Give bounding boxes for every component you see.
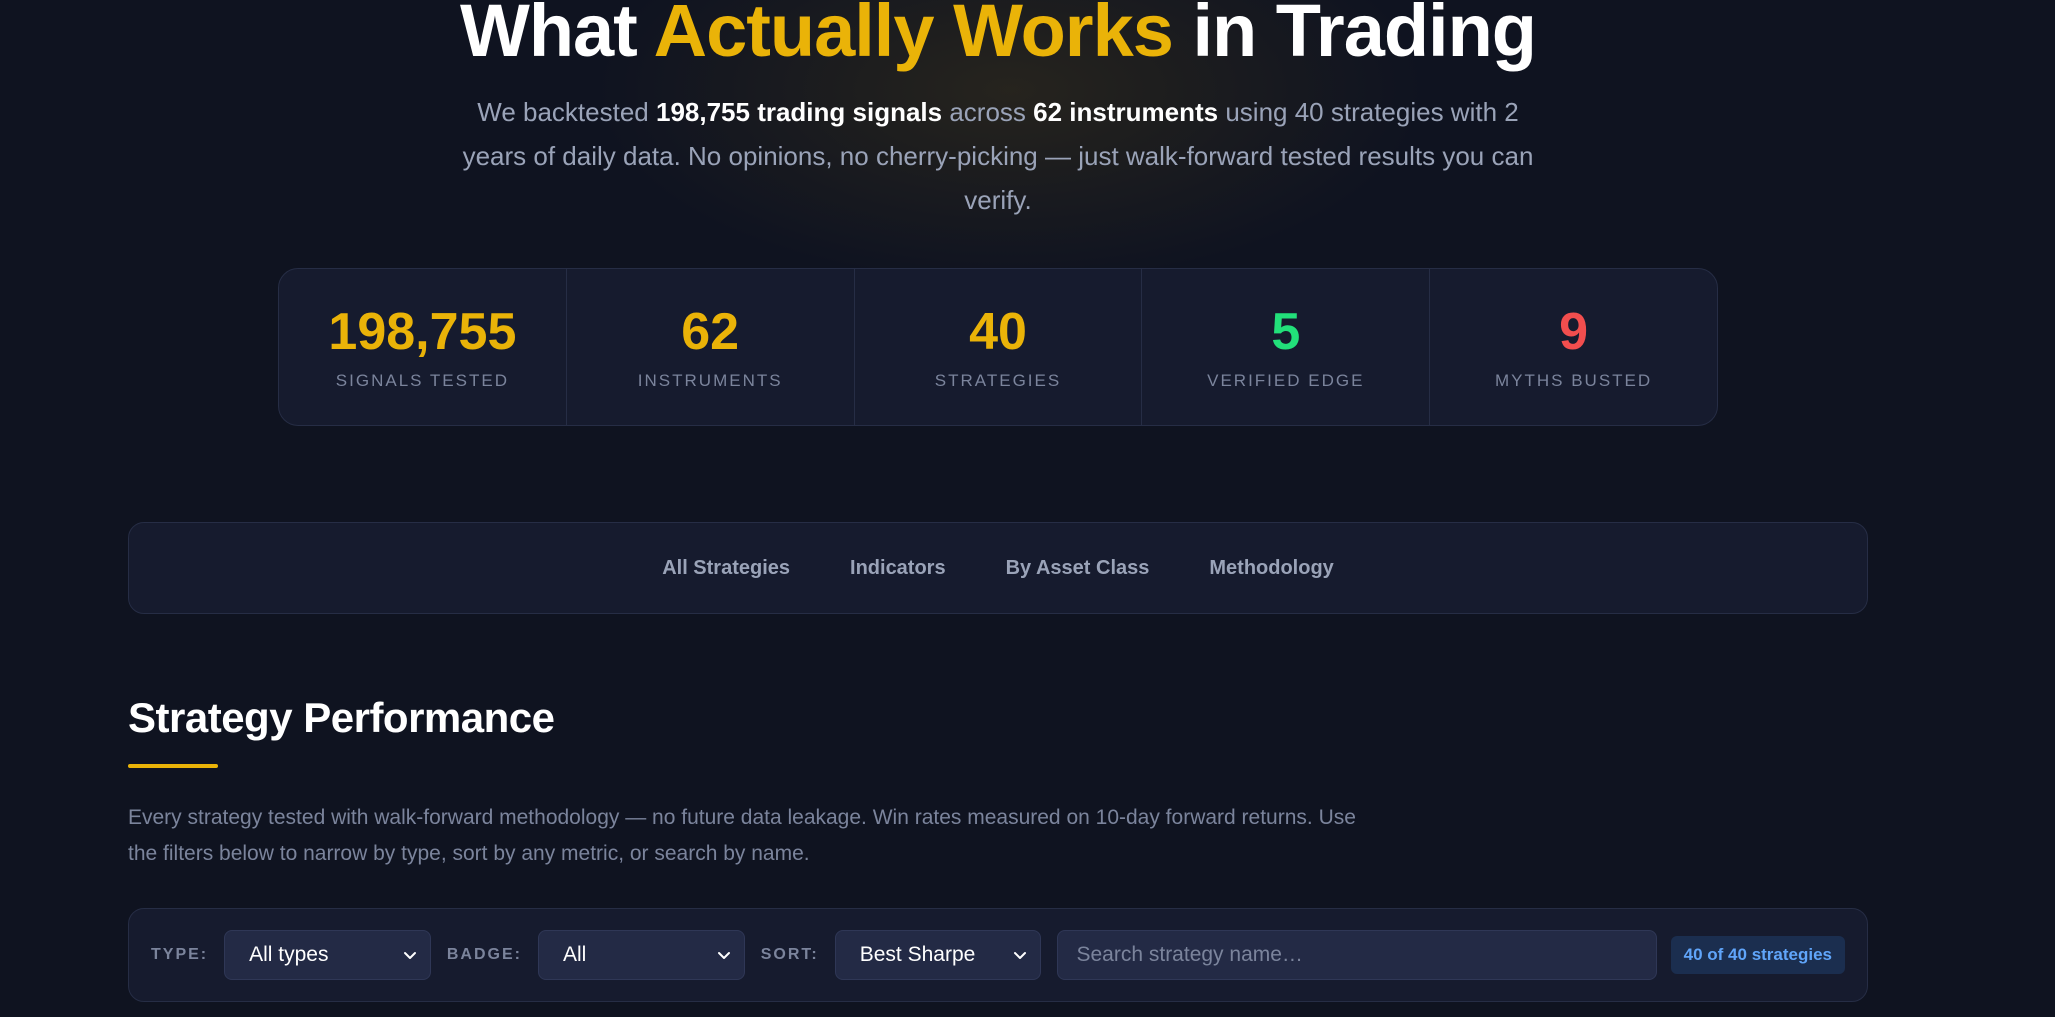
strategy-count-badge: 40 of 40 strategies bbox=[1670, 936, 1846, 974]
stat-value: 198,755 bbox=[328, 303, 517, 361]
chevron-down-icon bbox=[1014, 952, 1027, 959]
stat-value: 62 bbox=[681, 303, 740, 361]
stat-verified-edge: 5 VERIFIED EDGE bbox=[1142, 269, 1431, 425]
chevron-down-icon bbox=[717, 952, 730, 959]
filter-bar: TYPE: All types BADGE: All SORT: Best Sh… bbox=[128, 908, 1868, 1002]
section-title: Strategy Performance bbox=[128, 694, 555, 741]
section-tabs: All Strategies Indicators By Asset Class… bbox=[128, 522, 1868, 614]
section-description: Every strategy tested with walk-forward … bbox=[128, 806, 1356, 865]
stats-panel: 198,755 SIGNALS TESTED 62 INSTRUMENTS 40… bbox=[278, 268, 1718, 426]
hero-sub-instruments: 62 instruments bbox=[1033, 97, 1219, 127]
tab-indicators[interactable]: Indicators bbox=[850, 557, 946, 580]
stat-value: 40 bbox=[969, 303, 1027, 361]
stat-instruments: 62 INSTRUMENTS bbox=[567, 269, 855, 425]
stat-label: SIGNALS TESTED bbox=[335, 371, 509, 390]
hero-sub-signals: 198,755 trading signals bbox=[655, 97, 943, 127]
stat-myths-busted: 9 MYTHS BUSTED bbox=[1430, 269, 1717, 425]
hero-subtitle: We backtested 198,755 trading signals ac… bbox=[450, 90, 1546, 222]
stat-label: MYTHS BUSTED bbox=[1494, 371, 1653, 390]
hero-sub-text: We backtested bbox=[477, 97, 656, 127]
stat-signals-tested: 198,755 SIGNALS TESTED bbox=[279, 269, 567, 425]
hero-title-post: in Trading bbox=[1172, 0, 1537, 72]
tab-by-asset-class[interactable]: By Asset Class bbox=[1006, 557, 1150, 580]
badge-select-value: All bbox=[562, 943, 587, 966]
type-select[interactable]: All types bbox=[224, 930, 431, 980]
type-select-value: All types bbox=[249, 943, 329, 966]
hero-title: What Actually Works in Trading bbox=[0, 0, 1996, 76]
strategy-search-input[interactable] bbox=[1057, 930, 1657, 980]
stat-value: 9 bbox=[1559, 303, 1589, 361]
chevron-down-icon bbox=[403, 952, 416, 959]
stat-value: 5 bbox=[1271, 303, 1301, 361]
badge-select[interactable]: All bbox=[537, 930, 745, 980]
badge-filter-label: BADGE: bbox=[446, 946, 522, 963]
sort-filter-label: SORT: bbox=[760, 946, 819, 963]
type-filter-label: TYPE: bbox=[151, 946, 209, 963]
stat-label: STRATEGIES bbox=[934, 371, 1062, 390]
tab-all-strategies[interactable]: All Strategies bbox=[662, 557, 790, 580]
sort-select-value: Best Sharpe bbox=[859, 943, 976, 966]
tab-methodology[interactable]: Methodology bbox=[1209, 557, 1333, 580]
section-underline bbox=[128, 764, 218, 768]
hero-sub-text: across bbox=[942, 97, 1034, 127]
stat-strategies: 40 STRATEGIES bbox=[855, 269, 1143, 425]
hero-title-accent: Actually Works bbox=[653, 0, 1174, 72]
sort-select[interactable]: Best Sharpe bbox=[834, 930, 1042, 980]
stat-label: INSTRUMENTS bbox=[637, 371, 783, 390]
stat-label: VERIFIED EDGE bbox=[1207, 371, 1365, 390]
hero-title-pre: What bbox=[459, 0, 654, 72]
